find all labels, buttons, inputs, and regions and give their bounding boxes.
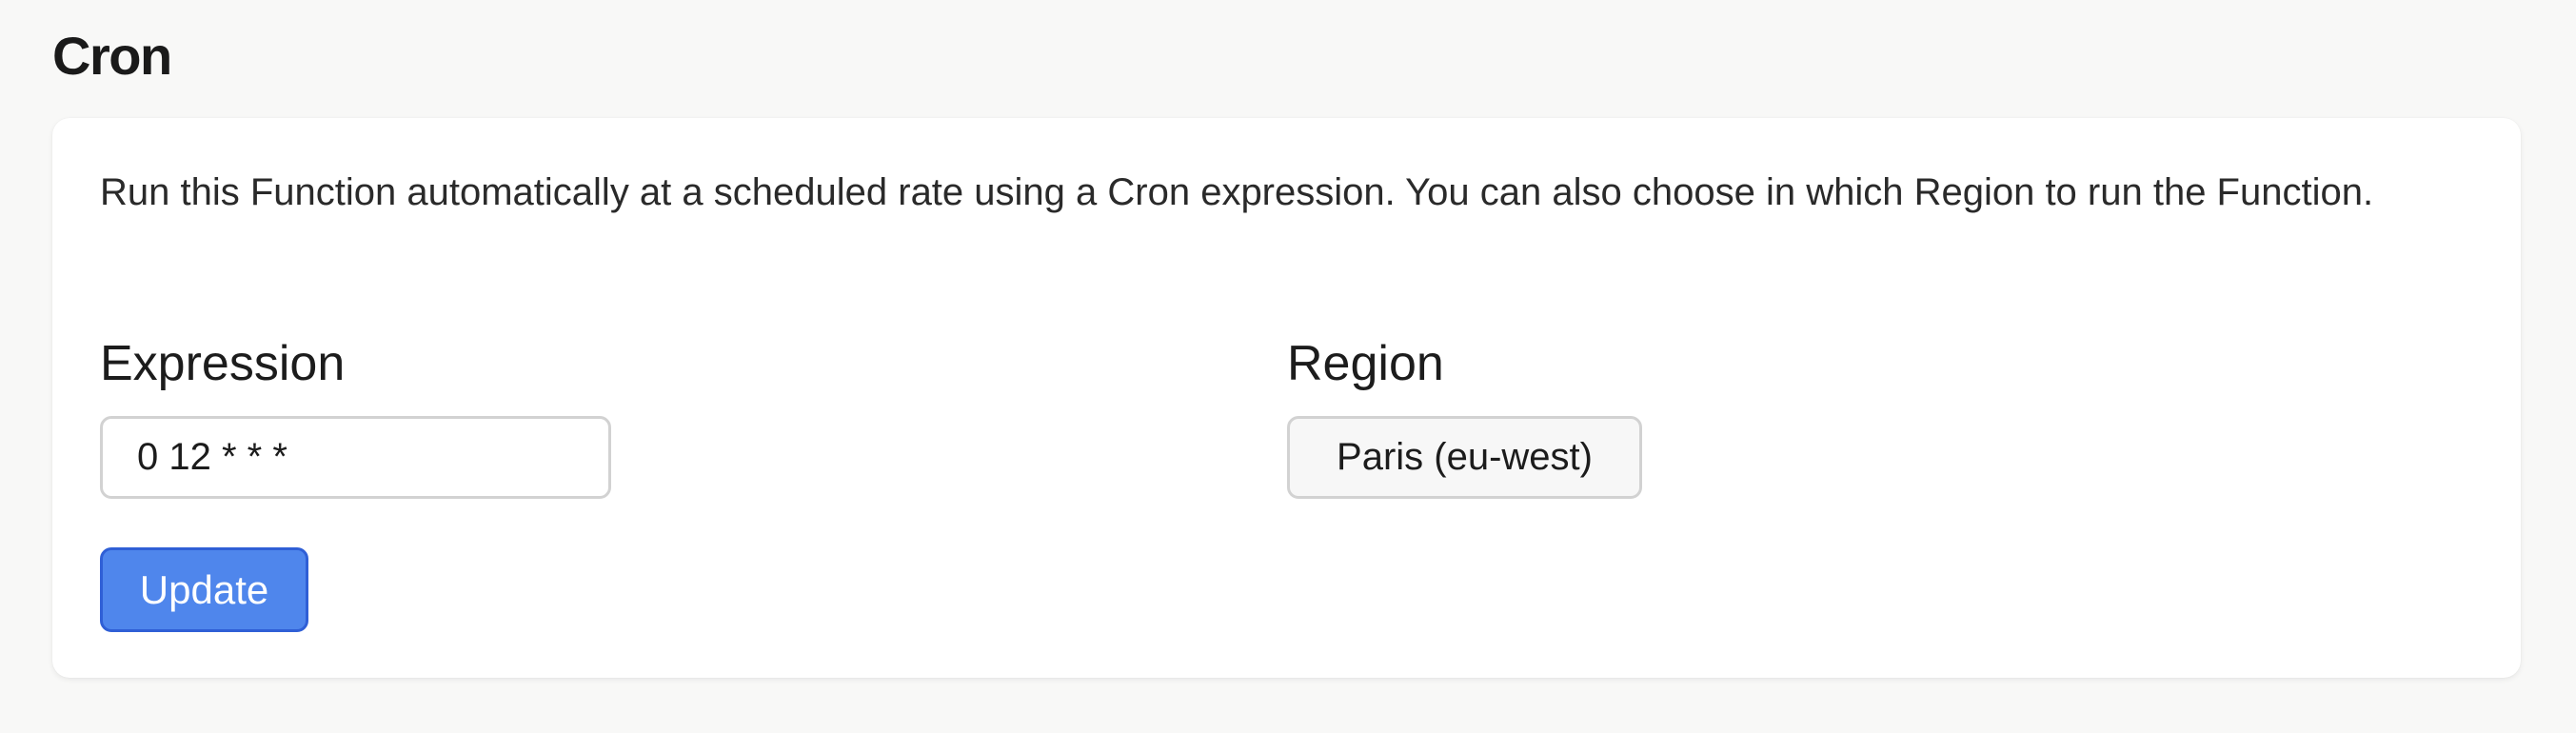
region-label: Region [1287, 336, 1444, 391]
update-button[interactable]: Update [100, 547, 308, 632]
cron-settings-card: Run this Function automatically at a sch… [52, 118, 2521, 678]
expression-label: Expression [100, 336, 346, 391]
cron-description: Run this Function automatically at a sch… [100, 171, 2374, 213]
page-title: Cron [52, 26, 172, 86]
region-select-value: Paris (eu-west) [1337, 436, 1593, 478]
expression-input[interactable] [100, 416, 611, 499]
region-select[interactable]: Paris (eu-west) [1287, 416, 1642, 499]
